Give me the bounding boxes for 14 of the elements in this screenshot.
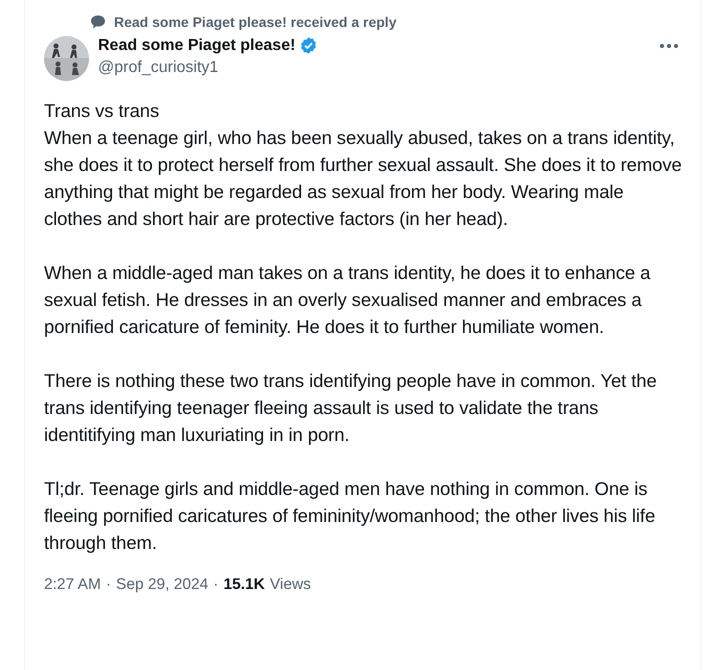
tweet-paragraph: There is nothing these two trans identifying people have in common. Yet the trans identifying teenager fleeing assault is used to validate the trans identitifying man luxuriating in in porn. [44, 369, 658, 447]
reply-context[interactable]: Read some Piaget please! received a reply [114, 14, 396, 30]
separator-dot: · [106, 576, 112, 594]
post-date[interactable]: Sep 29, 2024 [116, 576, 208, 594]
author-handle[interactable]: @prof_curiosity1 [98, 59, 647, 77]
separator-dot: · [213, 576, 218, 594]
speech-bubble-icon [90, 14, 106, 30]
views-label: Views [270, 576, 311, 594]
views-count: 15.1K [223, 576, 265, 594]
tweet-paragraph: Tl;dr. Teenage girls and middle-aged men have nothing in common. One is fleeing pornified caricatures of femininity/womanhood; the other lives his life through them. [44, 477, 656, 555]
author-name[interactable]: Read some Piaget please! [98, 36, 296, 54]
post-time[interactable]: 2:27 AM [44, 576, 101, 594]
tweet-paragraph: Trans vs trans When a teenage girl, who has been sexually abused, takes on a trans identity, she does it to protect herself from further sexual assault. She does it to remove anything that might be regarded as sexual from her body. Wearing male clothes and short hair are protective factors (in her head). [44, 99, 683, 231]
tweet-paragraph: When a middle-aged man takes on a trans identity, he does it to enhance a sexual fetish. He dresses in an overly sexualised manner and embraces a pornified caricature of feminity. He does it to further humiliate women. [44, 261, 652, 339]
